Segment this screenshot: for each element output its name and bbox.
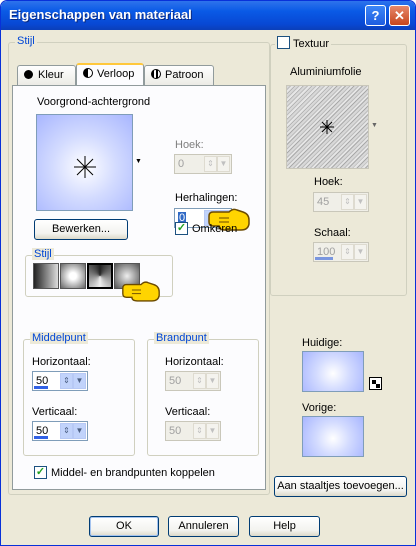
texture-label: Textuur	[293, 38, 330, 50]
swap-small-icon[interactable]	[369, 377, 382, 390]
texture-scale-slider-bar	[315, 257, 333, 260]
title-bar[interactable]: Eigenschappen van materiaal ? ✕	[1, 1, 415, 30]
focal-point-label: Brandpunt	[154, 332, 209, 344]
texture-dropdown-arrow-icon[interactable]: ▼	[371, 122, 378, 129]
previous-swatch[interactable]	[302, 416, 364, 457]
texture-angle-spin-icon[interactable]: ⇕	[341, 194, 354, 210]
tab-gradient[interactable]: Verloop	[76, 63, 144, 85]
edit-gradient-button[interactable]: Bewerken...	[34, 219, 128, 240]
center-point-label: Middelpunt	[30, 332, 88, 344]
add-to-swatches-button[interactable]: Aan staaltjes toevoegen...	[274, 476, 407, 497]
tab-pattern[interactable]: Patroon	[144, 65, 214, 85]
angle-label: Hoek:	[175, 139, 204, 151]
current-label: Huidige:	[302, 337, 343, 349]
ok-button[interactable]: OK	[89, 516, 159, 537]
solid-circle-icon	[24, 70, 33, 79]
focal-vertical-value: 50	[169, 425, 182, 437]
center-v-dropdown-icon[interactable]: ▼	[73, 423, 86, 439]
invert-checkbox[interactable]: ✓	[175, 222, 188, 235]
style-group-label: Stijl	[15, 35, 37, 47]
pointing-hand-icon-2	[122, 281, 160, 302]
gradient-style-label: Stijl	[32, 248, 54, 260]
center-h-dropdown-icon[interactable]: ▼	[73, 373, 86, 389]
focal-horizontal-label: Horizontaal:	[165, 356, 224, 368]
focal-vertical-input[interactable]: 50 ⇕ ▼	[165, 421, 221, 441]
texture-scale-spin-icon[interactable]: ⇕	[341, 244, 354, 260]
tab-color[interactable]: Kleur	[17, 65, 76, 85]
texture-angle-value: 45	[317, 196, 330, 208]
center-horizontal-input[interactable]: 50 ⇕ ▼	[32, 371, 88, 391]
repeats-label: Herhalingen:	[175, 192, 238, 204]
preview-dropdown-arrow-icon[interactable]: ▼	[135, 158, 142, 165]
linear-style-button[interactable]	[33, 263, 59, 289]
invert-label: Omkeren	[192, 223, 238, 235]
texture-angle-input[interactable]: 45 ⇕ ▼	[313, 192, 369, 212]
center-crosshair-icon	[74, 156, 96, 178]
focal-h-dropdown-icon[interactable]: ▼	[206, 373, 219, 389]
center-vertical-input[interactable]: 50 ⇕ ▼	[32, 421, 88, 441]
dialog-client: Stijl Kleur Verloop Patroon Voorgrond-ac…	[5, 30, 411, 543]
angle-dropdown-icon[interactable]: ▼	[217, 156, 230, 172]
cancel-button[interactable]: Annuleren	[168, 516, 239, 537]
rectangular-style-button[interactable]	[60, 263, 86, 289]
dialog-window: Eigenschappen van materiaal ? ✕ Stijl Kl…	[0, 0, 416, 546]
window-title: Eigenschappen van materiaal	[9, 7, 192, 22]
center-h-slider-bar	[34, 386, 48, 389]
gradient-name: Voorgrond-achtergrond	[37, 96, 151, 108]
angle-spin-icon[interactable]: ⇕	[204, 156, 217, 172]
focal-v-dropdown-icon[interactable]: ▼	[206, 423, 219, 439]
previous-label: Vorige:	[302, 402, 337, 414]
tab-pattern-label: Patroon	[165, 69, 204, 81]
half-circle-icon	[83, 68, 93, 78]
focal-v-spin-icon[interactable]: ⇕	[193, 423, 206, 439]
pattern-icon	[151, 69, 161, 79]
gradient-tab-panel: Voorgrond-achtergrond ▼ Hoek: 0 ⇕ ▼ Herha…	[12, 85, 266, 490]
center-h-spin-icon[interactable]: ⇕	[60, 373, 73, 389]
help-title-button[interactable]: ?	[365, 5, 386, 26]
texture-scale-input[interactable]: 100 ⇕ ▼	[313, 242, 369, 262]
link-points-label: Middel- en brandpunten koppelen	[51, 467, 215, 479]
center-v-spin-icon[interactable]: ⇕	[60, 423, 73, 439]
angle-value: 0	[178, 158, 185, 170]
texture-name: Aluminiumfolie	[290, 66, 362, 78]
current-swatch	[302, 351, 364, 392]
texture-center-icon	[320, 120, 334, 134]
angle-input[interactable]: 0 ⇕ ▼	[174, 154, 232, 174]
texture-angle-dropdown-icon[interactable]: ▼	[354, 194, 367, 210]
center-vertical-label: Verticaal:	[32, 406, 78, 418]
tab-color-label: Kleur	[38, 69, 64, 81]
focal-h-spin-icon[interactable]: ⇕	[193, 373, 206, 389]
focal-horizontal-input[interactable]: 50 ⇕ ▼	[165, 371, 221, 391]
link-points-checkbox[interactable]: ✓	[34, 466, 47, 479]
sunburst-style-button[interactable]	[87, 263, 113, 289]
texture-scale-dropdown-icon[interactable]: ▼	[354, 244, 367, 260]
gradient-preview[interactable]	[36, 114, 133, 211]
center-horizontal-label: Horizontaal:	[32, 356, 91, 368]
close-button[interactable]: ✕	[389, 5, 410, 26]
texture-checkbox[interactable]	[277, 36, 290, 49]
tab-gradient-label: Verloop	[97, 68, 135, 80]
help-button[interactable]: Help	[249, 516, 320, 537]
texture-scale-label: Schaal:	[314, 227, 351, 239]
texture-group-header: Textuur	[275, 36, 332, 50]
focal-horizontal-value: 50	[169, 375, 182, 387]
texture-angle-label: Hoek:	[314, 176, 343, 188]
focal-vertical-label: Verticaal:	[165, 406, 211, 418]
center-v-slider-bar	[34, 436, 48, 439]
texture-preview[interactable]	[286, 85, 369, 169]
